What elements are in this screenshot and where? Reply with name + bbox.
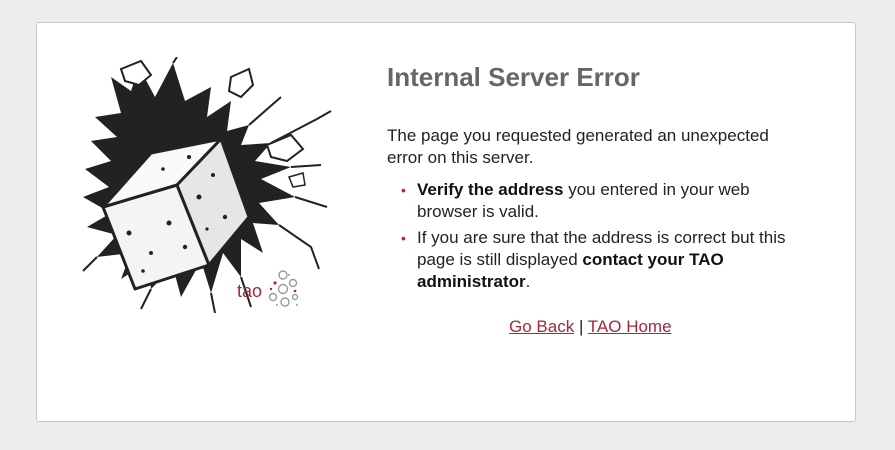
tao-logo-text: tao: [237, 281, 263, 301]
go-back-link[interactable]: Go Back: [509, 317, 574, 336]
error-intro: The page you requested generated an unex…: [387, 126, 769, 167]
suggestion-bold: Verify the address: [417, 180, 564, 199]
list-item: • Verify the address you entered in your…: [401, 179, 797, 223]
bullet-icon: •: [401, 230, 406, 246]
page-title: Internal Server Error: [387, 62, 640, 92]
suggestion-list: • Verify the address you entered in your…: [387, 179, 807, 293]
link-separator: |: [578, 317, 584, 336]
list-item: • If you are sure that the address is co…: [401, 227, 797, 293]
error-card: tao Internal Server Error The page you r…: [36, 22, 856, 422]
bullet-icon: •: [401, 182, 406, 198]
error-content: Internal Server Error The page you reque…: [387, 59, 807, 336]
tao-home-link[interactable]: TAO Home: [588, 317, 672, 336]
tao-logo: tao: [237, 269, 317, 309]
suggestion-text-end: .: [525, 272, 531, 291]
tao-logo-icon: [268, 270, 299, 307]
